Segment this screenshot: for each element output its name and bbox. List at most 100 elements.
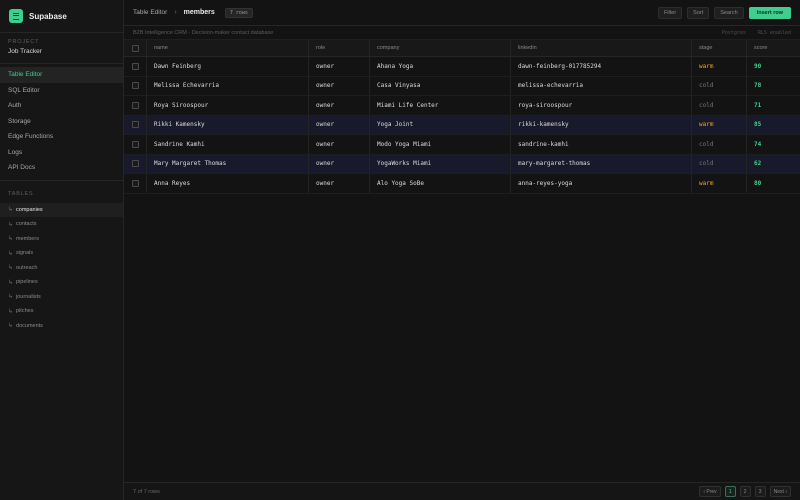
- project-name[interactable]: Job Tracker: [8, 48, 115, 55]
- nav-item-sql-editor[interactable]: SQL Editor: [0, 83, 123, 99]
- cell-stage[interactable]: cold: [692, 76, 747, 95]
- search-button[interactable]: Search: [714, 6, 744, 19]
- row-select-cell: [124, 154, 147, 173]
- cell-company[interactable]: Miami Life Center: [370, 96, 511, 115]
- cell-score[interactable]: 80: [747, 174, 800, 193]
- table-row[interactable]: Melissa Echevarria owner Casa Vinyasa me…: [124, 76, 800, 96]
- table-item-pipelines[interactable]: ↳ pipelines: [0, 275, 123, 290]
- cell-role[interactable]: owner: [309, 174, 370, 193]
- table-item-pitches[interactable]: ↳ pitches: [0, 304, 123, 319]
- cell-stage[interactable]: warm: [692, 174, 747, 193]
- cell-name[interactable]: Dawn Feinberg: [147, 57, 309, 76]
- cell-name[interactable]: Mary Margaret Thomas: [147, 154, 309, 173]
- cell-score[interactable]: 74: [747, 135, 800, 154]
- cell-linkedin[interactable]: sandrine-kamhi: [511, 135, 692, 154]
- cell-linkedin[interactable]: dawn-feinberg-017785294: [511, 57, 692, 76]
- cell-role[interactable]: owner: [309, 154, 370, 173]
- cell-stage[interactable]: cold: [692, 154, 747, 173]
- nav-item-logs[interactable]: Logs: [0, 145, 123, 161]
- cell-linkedin[interactable]: melissa-echevarria: [511, 76, 692, 95]
- nav-item-edge-functions[interactable]: Edge Functions: [0, 129, 123, 145]
- cell-score[interactable]: 62: [747, 155, 800, 174]
- cell-name[interactable]: Anna Reyes: [147, 174, 309, 193]
- prev-page-button[interactable]: ‹ Prev: [699, 486, 721, 497]
- row-checkbox[interactable]: [131, 82, 139, 90]
- cell-role[interactable]: owner: [309, 76, 370, 95]
- cell-stage[interactable]: warm: [692, 57, 747, 76]
- cell-linkedin[interactable]: mary-margaret-thomas: [511, 154, 692, 173]
- table-item-members[interactable]: ↳ members: [0, 232, 123, 247]
- table-item-contacts[interactable]: ↳ contacts: [0, 217, 123, 232]
- row-checkbox[interactable]: [131, 62, 139, 70]
- page-button-2[interactable]: 2: [739, 486, 751, 497]
- table-item-label: members: [16, 235, 39, 242]
- nav-item-storage[interactable]: Storage: [0, 114, 123, 130]
- filter-button[interactable]: Filter: [657, 6, 683, 19]
- sort-button[interactable]: Sort: [687, 6, 710, 19]
- table-item-companies[interactable]: ↳ companies: [0, 202, 123, 217]
- cell-score[interactable]: 78: [747, 77, 800, 96]
- cell-role[interactable]: owner: [309, 57, 370, 76]
- breadcrumb-current: members: [183, 9, 215, 16]
- cell-role[interactable]: owner: [309, 115, 370, 134]
- cell-linkedin[interactable]: roya-siroospour: [511, 96, 692, 115]
- table-item-signals[interactable]: ↳ signals: [0, 246, 123, 261]
- cell-name[interactable]: Rikki Kamensky: [147, 115, 309, 134]
- column-header-score[interactable]: score: [747, 40, 800, 56]
- cell-linkedin[interactable]: rikki-kamensky: [511, 115, 692, 134]
- row-checkbox[interactable]: [131, 140, 139, 148]
- row-checkbox[interactable]: [131, 160, 139, 168]
- cell-score[interactable]: 71: [747, 96, 800, 115]
- cell-company[interactable]: YogaWorks Miami: [370, 154, 511, 173]
- row-checkbox[interactable]: [131, 179, 139, 187]
- cell-stage[interactable]: cold: [692, 96, 747, 115]
- cell-company[interactable]: Ahana Yoga: [370, 57, 511, 76]
- cell-score[interactable]: 90: [747, 57, 800, 76]
- cell-company[interactable]: Casa Vinyasa: [370, 76, 511, 95]
- cell-linkedin[interactable]: anna-reyes-yoga: [511, 174, 692, 193]
- page-button-1[interactable]: 1: [724, 486, 736, 497]
- brand[interactable]: Supabase: [0, 0, 123, 32]
- table-row[interactable]: Anna Reyes owner Alo Yoga SoBe anna-reye…: [124, 174, 800, 194]
- return-arrow-icon: ↳: [8, 221, 14, 228]
- cell-name[interactable]: Melissa Echevarria: [147, 76, 309, 95]
- cell-company[interactable]: Alo Yoga SoBe: [370, 174, 511, 193]
- cell-company[interactable]: Modo Yoga Miami: [370, 135, 511, 154]
- cell-name[interactable]: Roya Siroospour: [147, 96, 309, 115]
- page-button-3[interactable]: 3: [754, 486, 766, 497]
- table-item-label: signals: [16, 250, 34, 257]
- nav-item-api-docs[interactable]: API Docs: [0, 160, 123, 176]
- return-arrow-icon: ↳: [8, 308, 14, 315]
- table-row[interactable]: Roya Siroospour owner Miami Life Center …: [124, 96, 800, 116]
- cell-company[interactable]: Yoga Joint: [370, 115, 511, 134]
- cell-score[interactable]: 85: [747, 116, 800, 135]
- cell-stage[interactable]: cold: [692, 135, 747, 154]
- table-item-outreach[interactable]: ↳ outreach: [0, 261, 123, 276]
- column-header-stage[interactable]: stage: [692, 40, 747, 56]
- cell-name[interactable]: Sandrine Kamhi: [147, 135, 309, 154]
- table-row[interactable]: Rikki Kamensky owner Yoga Joint rikki-ka…: [124, 115, 800, 135]
- row-checkbox[interactable]: [131, 101, 139, 109]
- breadcrumb-root[interactable]: Table Editor: [133, 9, 167, 16]
- cell-role[interactable]: owner: [309, 135, 370, 154]
- table-row[interactable]: Sandrine Kamhi owner Modo Yoga Miami san…: [124, 135, 800, 155]
- nav-item-table-editor[interactable]: Table Editor: [0, 67, 123, 83]
- nav-item-auth[interactable]: Auth: [0, 98, 123, 114]
- table-item-documents[interactable]: ↳ documents: [0, 319, 123, 334]
- next-page-button[interactable]: Next ›: [769, 486, 791, 497]
- cell-role[interactable]: owner: [309, 96, 370, 115]
- table-row[interactable]: Mary Margaret Thomas owner YogaWorks Mia…: [124, 154, 800, 174]
- table-item-label: journalists: [16, 293, 41, 300]
- table-row[interactable]: Dawn Feinberg owner Ahana Yoga dawn-fein…: [124, 57, 800, 77]
- column-header-name[interactable]: name: [147, 40, 309, 56]
- select-all-cell: [124, 40, 147, 56]
- insert-row-button[interactable]: Insert row: [748, 6, 791, 19]
- row-checkbox[interactable]: [131, 121, 139, 129]
- column-header-role[interactable]: role: [309, 40, 370, 56]
- select-all-checkbox[interactable]: [131, 44, 139, 52]
- cell-stage[interactable]: warm: [692, 115, 747, 134]
- column-header-company[interactable]: company: [370, 40, 511, 56]
- column-header-linkedin[interactable]: linkedin: [511, 40, 692, 56]
- table-description: B2B Intelligence CRM · Decision-maker co…: [133, 29, 274, 36]
- table-item-journalists[interactable]: ↳ journalists: [0, 290, 123, 305]
